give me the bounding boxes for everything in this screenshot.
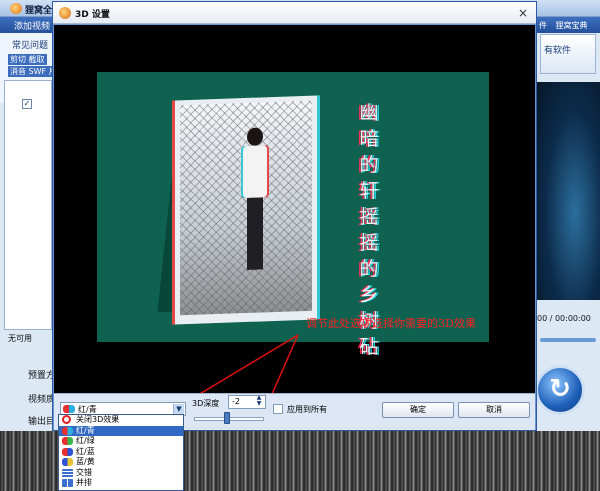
menu-item-software[interactable]: 件 xyxy=(539,21,547,30)
poem-char: 摇 xyxy=(359,206,379,228)
poem-char: 摇 xyxy=(359,232,379,254)
app-logo-icon xyxy=(10,3,22,14)
ok-button[interactable]: 确定 xyxy=(382,402,454,418)
audio-track-select[interactable]: 无可用 xyxy=(8,333,32,344)
volume-slider[interactable] xyxy=(540,338,596,342)
dialog-app-icon xyxy=(59,7,71,19)
option-blue-yellow[interactable]: 蓝/黄 xyxy=(59,457,183,468)
girl-body xyxy=(243,145,267,199)
edit-tools-row-1[interactable]: 剪切 截取 xyxy=(8,54,47,65)
depth-label: 3D深度 xyxy=(192,399,220,408)
girl-head xyxy=(247,127,263,146)
option-label: 红/蓝 xyxy=(76,446,95,456)
file-checkbox[interactable]: ✓ xyxy=(22,99,32,109)
refresh-icon[interactable]: ↻ xyxy=(535,365,585,415)
option-label: 关闭3D效果 xyxy=(76,415,120,424)
depth-slider-thumb[interactable] xyxy=(224,412,230,424)
3d-settings-dialog: 3D 设置 × 幽 暗 的 轩 摇 摇 的 乡 树 砧 调节此处选项选择你需要的… xyxy=(52,1,537,431)
option-label: 蓝/黄 xyxy=(76,457,95,466)
video-quality-label: 视频质 xyxy=(28,395,56,405)
girl-figure xyxy=(243,127,267,278)
depth-spinner[interactable]: ▲ ▼ xyxy=(254,395,264,407)
apply-all-checkbox[interactable] xyxy=(273,404,283,414)
interlaced-icon xyxy=(62,468,73,477)
anaglyph-frame: 幽 暗 的 轩 摇 摇 的 乡 树 砧 xyxy=(97,72,489,358)
dialog-title-bar[interactable]: 3D 设置 × xyxy=(53,2,536,24)
red-cyan-glasses-icon xyxy=(63,405,75,413)
blue-yellow-glasses-icon xyxy=(62,458,73,466)
poem-char: 乡 xyxy=(359,284,379,306)
annotation-text: 调节此处选项选择你需要的3D效果 xyxy=(306,317,476,330)
main-app-title: 狸窝全 xyxy=(25,6,53,16)
disable-icon xyxy=(62,415,71,424)
poem-char: 的 xyxy=(359,258,379,280)
option-red-cyan[interactable]: 红/青 xyxy=(59,425,183,436)
photo-card xyxy=(172,95,320,325)
close-icon[interactable]: × xyxy=(515,5,531,21)
video-preview: 幽 暗 的 轩 摇 摇 的 乡 树 砧 调节此处选项选择你需要的3D效果 xyxy=(54,25,535,393)
option-label: 交错 xyxy=(76,467,92,477)
option-label: 红/青 xyxy=(76,425,95,435)
file-list xyxy=(4,80,52,330)
poem-char: 砧 xyxy=(359,336,379,358)
all-software-button[interactable]: 有软件 xyxy=(540,34,596,74)
right-menu: 件 狸窝宝典 xyxy=(539,20,594,31)
poem-char: 幽 xyxy=(359,102,379,124)
poem-char: 暗 xyxy=(359,128,379,150)
menu-item-guide[interactable]: 狸窝宝典 xyxy=(556,21,588,30)
3d-mode-dropdown: 关闭3D效果 红/青 红/绿 红/蓝 蓝/黄 交错 并排 xyxy=(58,414,184,491)
option-disable-3d[interactable]: 关闭3D效果 xyxy=(59,415,183,426)
poem-char: 轩 xyxy=(359,180,379,202)
dialog-title: 3D 设置 xyxy=(75,10,110,20)
option-label: 并排 xyxy=(76,478,92,487)
option-label: 红/绿 xyxy=(76,436,95,445)
red-green-glasses-icon xyxy=(62,437,73,445)
apply-all-label: 应用到所有 xyxy=(287,405,327,414)
red-cyan-glasses-icon xyxy=(62,426,73,435)
side-by-side-icon xyxy=(62,479,73,487)
red-blue-glasses-icon xyxy=(62,447,73,456)
option-red-blue[interactable]: 红/蓝 xyxy=(59,447,183,458)
poem-char: 的 xyxy=(359,154,379,176)
option-side-by-side[interactable]: 并排 xyxy=(59,478,183,489)
option-interlaced[interactable]: 交错 xyxy=(59,468,183,479)
girl-legs xyxy=(247,197,263,270)
cancel-button[interactable]: 取消 xyxy=(458,402,530,418)
add-video-button[interactable]: 添加视频 xyxy=(14,19,50,32)
option-red-green[interactable]: 红/绿 xyxy=(59,436,183,447)
faq-link[interactable]: 常见问题 xyxy=(12,38,48,51)
chevron-down-icon[interactable]: ▼ xyxy=(173,404,184,414)
preset-label: 预置方 xyxy=(28,371,56,381)
playback-timer: 00 / 00:00:00 xyxy=(537,314,591,323)
preview-pane xyxy=(537,82,600,300)
output-label: 输出目 xyxy=(28,417,56,427)
